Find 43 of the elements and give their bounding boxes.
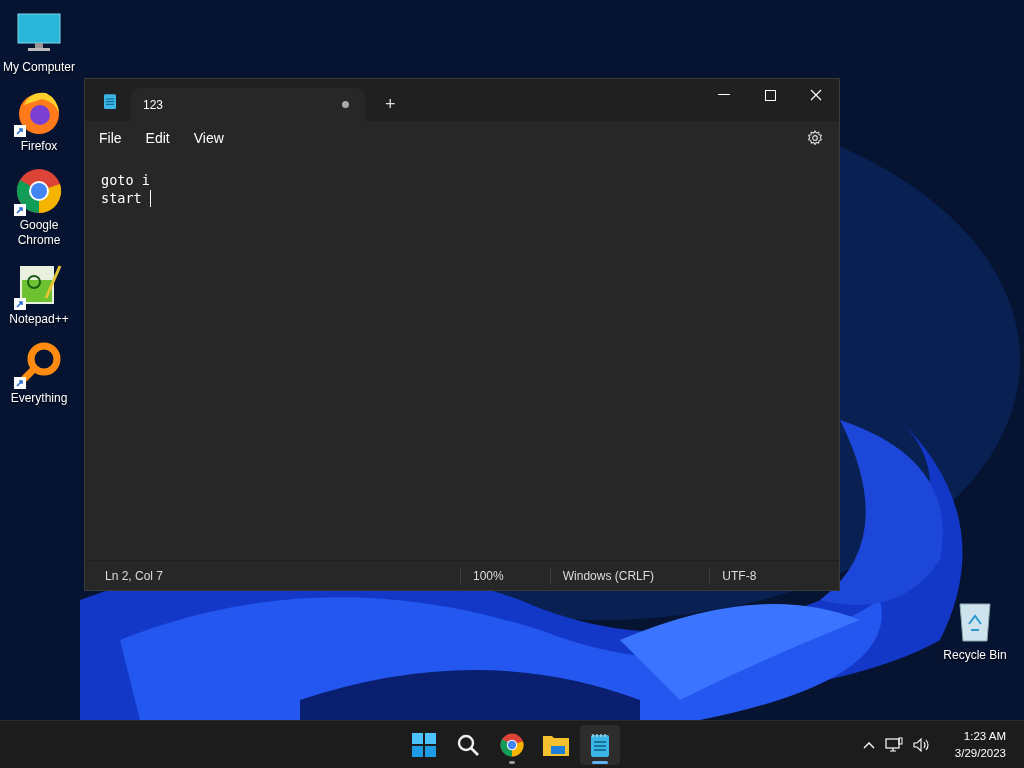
status-text: Ln 2, Col 7 <box>104 567 165 585</box>
settings-button[interactable] <box>805 128 825 148</box>
shortcut-arrow-icon <box>14 377 26 389</box>
desktop-icon-label[interactable]: Firefox <box>1 139 77 154</box>
chrome-icon <box>500 733 524 757</box>
document-tab[interactable]: 123 <box>131 88 365 121</box>
desktop-icon-label[interactable]: My Computer <box>1 60 77 75</box>
tab-title: 123 <box>143 97 164 112</box>
desktop-icon-label[interactable]: Notepad++ <box>1 312 77 327</box>
text-line: goto i <box>101 171 150 189</box>
status-text: UTF-8 <box>709 566 839 585</box>
taskbar-button[interactable] <box>580 725 620 765</box>
menu-item[interactable]: Edit <box>137 126 178 150</box>
search-icon <box>456 733 480 757</box>
menu-item[interactable]: View <box>185 126 232 150</box>
text-line: start <box>101 189 143 207</box>
maximize-icon <box>764 89 776 101</box>
notepad-icon <box>590 733 610 757</box>
network-icon[interactable] <box>884 736 903 753</box>
chrome-icon <box>16 168 62 214</box>
status-text: Windows (CRLF) <box>549 566 710 585</box>
minimize-icon <box>718 94 730 96</box>
text-editor[interactable]: goto i start <box>85 155 839 560</box>
folder-icon <box>543 734 569 756</box>
windows-logo-icon <box>412 733 436 757</box>
notepad-icon <box>103 93 117 109</box>
status-text: 100% <box>460 566 550 585</box>
desktop-icon-label[interactable]: Google Chrome <box>1 218 77 248</box>
clock-time[interactable]: 1:23 AM <box>963 727 1006 745</box>
shortcut-arrow-icon <box>14 298 26 310</box>
new-tab-button[interactable]: + <box>379 92 402 117</box>
show-hidden-icons-button[interactable] <box>862 740 875 749</box>
clock-date[interactable]: 3/29/2023 <box>954 744 1006 762</box>
desktop-icon-label[interactable]: Recycle Bin <box>937 648 1013 663</box>
shortcut-arrow-icon <box>14 125 26 137</box>
volume-icon[interactable] <box>912 736 931 753</box>
text-cursor <box>149 189 151 207</box>
close-icon <box>810 89 822 101</box>
desktop-icon-label[interactable]: Everything <box>1 391 77 406</box>
monitor-icon <box>17 13 61 53</box>
recycle-bin-icon <box>957 600 993 642</box>
shortcut-arrow-icon <box>14 204 26 216</box>
menu-item[interactable]: File <box>91 126 130 150</box>
